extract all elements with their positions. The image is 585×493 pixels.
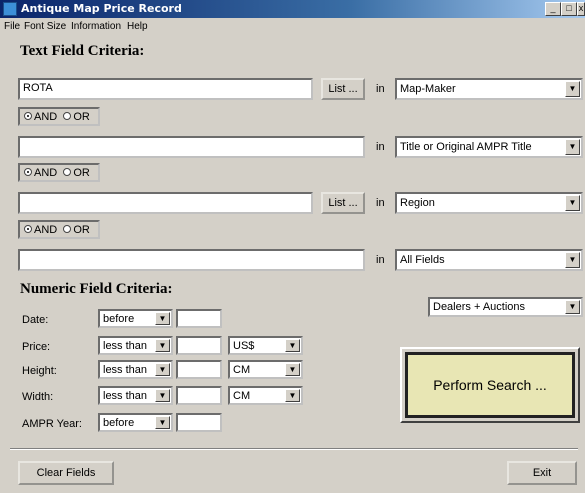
chevron-down-icon[interactable]: ▼	[565, 195, 580, 211]
height-operator-select[interactable]: less than ▼	[98, 360, 173, 379]
source-select-value: Dealers + Auctions	[433, 301, 526, 313]
radio-checked-icon	[24, 168, 32, 177]
field-select-1[interactable]: Map-Maker ▼	[395, 78, 583, 100]
text-criteria-input-3[interactable]	[18, 192, 313, 214]
and-radio-2[interactable]: AND	[24, 167, 57, 179]
numeric-criteria-heading: Numeric Field Criteria:	[20, 281, 173, 297]
height-value-input[interactable]	[176, 360, 222, 379]
radio-checked-icon	[24, 112, 32, 121]
maximize-button[interactable]: □	[561, 2, 577, 16]
ampr-year-operator-select[interactable]: before ▼	[98, 413, 173, 432]
height-unit-select[interactable]: CM ▼	[228, 360, 303, 379]
date-operator-select[interactable]: before ▼	[98, 309, 173, 328]
title-bar: Antique Map Price Record _ □ x	[0, 0, 585, 18]
or-radio-1[interactable]: OR	[63, 111, 90, 123]
and-radio-3[interactable]: AND	[24, 224, 57, 236]
source-select[interactable]: Dealers + Auctions ▼	[428, 297, 583, 317]
field-select-1-value: Map-Maker	[400, 83, 456, 95]
field-select-4-value: All Fields	[400, 254, 445, 266]
ampr-year-label: AMPR Year:	[22, 418, 82, 430]
radio-checked-icon	[24, 225, 32, 234]
chevron-down-icon[interactable]: ▼	[155, 416, 170, 429]
perform-search-label: Perform Search ...	[405, 352, 575, 418]
radio-unchecked-icon	[63, 225, 72, 234]
field-select-4[interactable]: All Fields ▼	[395, 249, 583, 271]
width-label: Width:	[22, 391, 54, 403]
menu-font-size[interactable]: Font Size	[24, 21, 66, 32]
radio-unchecked-icon	[63, 112, 72, 121]
in-label-2: in	[376, 141, 385, 153]
perform-search-button[interactable]: Perform Search ...	[400, 347, 580, 423]
text-criteria-input-2[interactable]	[18, 136, 365, 158]
list-button-1[interactable]: List ...	[321, 78, 365, 100]
date-label: Date:	[22, 314, 49, 326]
window-title: Antique Map Price Record	[21, 2, 182, 15]
chevron-down-icon[interactable]: ▼	[285, 389, 300, 402]
menu-file[interactable]: File	[4, 21, 20, 32]
close-button[interactable]: x	[577, 2, 585, 16]
ampr-year-value-input[interactable]	[176, 413, 222, 432]
exit-button[interactable]: Exit	[507, 461, 577, 485]
text-criteria-input-4[interactable]	[18, 249, 365, 271]
chevron-down-icon[interactable]: ▼	[155, 312, 170, 325]
or-radio-3[interactable]: OR	[63, 224, 90, 236]
chevron-down-icon[interactable]: ▼	[155, 363, 170, 376]
chevron-down-icon[interactable]: ▼	[565, 81, 580, 97]
radio-unchecked-icon	[63, 168, 72, 177]
chevron-down-icon[interactable]: ▼	[565, 252, 580, 268]
minimize-button[interactable]: _	[545, 2, 561, 16]
width-operator-select[interactable]: less than ▼	[98, 386, 173, 405]
footer-separator	[10, 448, 578, 450]
in-label-4: in	[376, 254, 385, 266]
list-button-3[interactable]: List ...	[321, 192, 365, 214]
app-icon	[3, 2, 17, 16]
menu-help[interactable]: Help	[127, 21, 148, 32]
chevron-down-icon[interactable]: ▼	[565, 139, 580, 155]
in-label-1: in	[376, 83, 385, 95]
in-label-3: in	[376, 197, 385, 209]
height-label: Height:	[22, 365, 57, 377]
price-value-input[interactable]	[176, 336, 222, 355]
clear-fields-button[interactable]: Clear Fields	[18, 461, 114, 485]
and-radio-1[interactable]: AND	[24, 111, 57, 123]
logic-group-1: AND OR	[18, 107, 100, 126]
width-value-input[interactable]	[176, 386, 222, 405]
chevron-down-icon[interactable]: ▼	[155, 339, 170, 352]
price-label: Price:	[22, 341, 51, 353]
menu-bar: File Font Size Information Help	[0, 18, 585, 36]
chevron-down-icon[interactable]: ▼	[565, 300, 580, 314]
or-radio-2[interactable]: OR	[63, 167, 90, 179]
chevron-down-icon[interactable]: ▼	[155, 389, 170, 402]
field-select-2-value: Title or Original AMPR Title	[400, 141, 532, 153]
field-select-3[interactable]: Region ▼	[395, 192, 583, 214]
date-value-input[interactable]	[176, 309, 222, 328]
chevron-down-icon[interactable]: ▼	[285, 339, 300, 352]
price-unit-select[interactable]: US$ ▼	[228, 336, 303, 355]
text-criteria-input-1[interactable]: ROTA	[18, 78, 313, 100]
text-criteria-heading: Text Field Criteria:	[20, 43, 145, 59]
field-select-2[interactable]: Title or Original AMPR Title ▼	[395, 136, 583, 158]
menu-information[interactable]: Information	[71, 21, 121, 32]
width-unit-select[interactable]: CM ▼	[228, 386, 303, 405]
chevron-down-icon[interactable]: ▼	[285, 363, 300, 376]
field-select-3-value: Region	[400, 197, 435, 209]
logic-group-2: AND OR	[18, 163, 100, 182]
logic-group-3: AND OR	[18, 220, 100, 239]
price-operator-select[interactable]: less than ▼	[98, 336, 173, 355]
